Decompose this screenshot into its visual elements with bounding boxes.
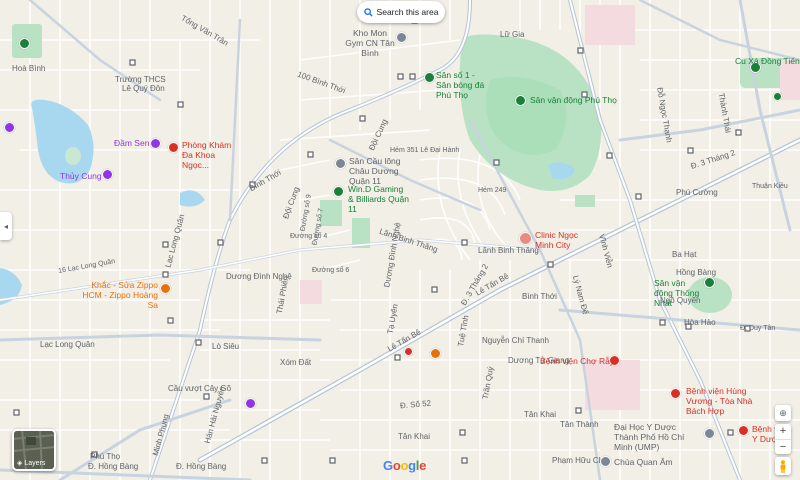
poi-phu-tho-stadium-label[interactable]: Sân vận động Phú Thọ <box>530 95 617 105</box>
gaming-pin-icon[interactable] <box>333 186 344 197</box>
street-label: Hẻm 351 Lê Đại Hành <box>390 147 460 154</box>
poi-clinic-minh-label[interactable]: Clinic Ngọc Minh City <box>535 230 579 250</box>
poi-dam-sen-label[interactable]: Đầm Sen <box>114 138 149 148</box>
poi-badminton-label[interactable]: Sân Cầu lông Châu Dương Quận 11 <box>349 156 421 186</box>
poi-gym-label[interactable]: Kho Mon Gym CN Tân Bình <box>345 28 395 58</box>
university-pin-icon[interactable] <box>704 428 715 439</box>
gym-pin-icon[interactable] <box>396 32 407 43</box>
hospital-pin-icon[interactable] <box>404 347 413 356</box>
poi-gaming-label[interactable]: Win.D Gaming & Billiards Quận 11 <box>348 184 410 214</box>
stadium-pin-icon[interactable] <box>515 95 526 106</box>
street-label: Thuận Kiều <box>752 183 788 190</box>
attraction-pin-icon[interactable] <box>4 122 15 133</box>
hospital-pin-icon[interactable] <box>670 388 681 399</box>
street-label: Đ. Duy Tân <box>740 325 776 332</box>
temple-pin-icon[interactable] <box>600 456 611 467</box>
layers-button[interactable]: ◈ Layers <box>12 429 56 471</box>
compass-button[interactable]: ⊕ <box>775 405 791 421</box>
layers-label: Layers <box>24 459 46 467</box>
poi-thuy-cung-label[interactable]: Thủy Cung <box>60 171 102 181</box>
poi-cu-xa-label[interactable]: Cu Xá Đồng Tiến <box>735 56 800 66</box>
compass-icon: ⊕ <box>779 407 787 418</box>
amusement-pin-icon[interactable] <box>150 138 161 149</box>
poi-thong-nhat-label[interactable]: Sân vận động Thống Nhất <box>654 278 704 308</box>
street-label: Phạm Hữu Chí <box>552 456 606 465</box>
street-label: Lạc Long Quân <box>40 340 95 349</box>
poi-ump-label[interactable]: Đại Học Y Dược Thành Phố Hồ Chí Minh (UM… <box>614 422 702 452</box>
zoom-out-button[interactable]: − <box>775 440 791 454</box>
aquarium-pin-icon[interactable] <box>102 169 113 180</box>
restaurant-pin-icon[interactable] <box>430 348 441 359</box>
street-label: Lê Quý Đôn <box>122 84 165 93</box>
street-label: Cầu vượt Cây Gõ <box>168 384 232 393</box>
poi-field-label[interactable]: Sân số 1 - Sân bóng đá Phú Thọ <box>436 70 488 100</box>
street-label: Hẻm 249 <box>478 187 507 194</box>
street-label: Đ. Hồng Bàng <box>176 462 227 471</box>
street-label: Đường số 6 <box>312 267 350 274</box>
poi-zippo-label[interactable]: Khắc - Sửa Zippo HCM - Zippo Hoàng Sa <box>72 280 158 310</box>
poi-clinic-ngoc-label[interactable]: Phòng Khám Đa Khoa Ngọc... <box>182 140 238 170</box>
street-label: Bình Thới <box>522 292 557 301</box>
zoom-controls: + − <box>775 424 791 454</box>
search-this-area-label: Search this area <box>376 7 439 17</box>
street-label: Hòa Hảo <box>684 318 716 327</box>
street-view-button[interactable] <box>775 457 791 475</box>
street-label: Tân Khai <box>524 410 557 419</box>
street-label: Tân Khai <box>398 432 431 441</box>
hospital-pin-icon[interactable] <box>168 142 179 153</box>
street-label: Xóm Đất <box>280 358 312 367</box>
street-label: Hoà Bình <box>12 64 46 73</box>
street-label: Lãnh Binh Thăng <box>478 246 539 255</box>
street-label: Tân Thành <box>560 420 599 429</box>
poi-chua-quan-am-label[interactable]: Chùa Quan Âm <box>614 457 673 467</box>
pegman-icon <box>780 459 786 473</box>
street-label: Đ. Hồng Bàng <box>88 462 139 471</box>
search-this-area-button[interactable]: Search this area <box>357 1 445 23</box>
collapse-side-panel-button[interactable]: ◂ <box>0 212 12 240</box>
poi-hung-vuong-label[interactable]: Bệnh viện Hùng Vương - Tòa Nhà Bách Hợp <box>686 386 768 416</box>
hospital-pin-icon[interactable] <box>519 232 532 245</box>
street-label: Phú Thọ <box>90 452 121 461</box>
stadium-pin-icon[interactable] <box>424 72 435 83</box>
stadium-pin-icon[interactable] <box>704 277 715 288</box>
zoom-in-button[interactable]: + <box>775 424 791 440</box>
street-label: Phú Cường <box>676 188 718 197</box>
park-pin-icon[interactable] <box>19 38 30 49</box>
poi-cho-ray-label[interactable]: Bệnh viện Chợ Rẫy <box>540 356 614 366</box>
sports-pin-icon[interactable] <box>335 158 346 169</box>
hospital-pin-icon[interactable] <box>738 425 749 436</box>
street-label: Đường số 4 <box>290 233 328 240</box>
park-pin-icon[interactable] <box>773 92 782 101</box>
street-label: Lò Siêu <box>212 342 240 351</box>
street-label: Lữ Gia <box>500 30 525 39</box>
street-label: Dương Đình Nghệ <box>226 272 292 281</box>
google-logo: Google <box>383 458 427 473</box>
layers-icon: ◈ <box>17 460 23 467</box>
chevron-left-icon: ◂ <box>3 221 8 231</box>
street-label: Nguyễn Chí Thanh <box>482 336 550 345</box>
attraction-pin-icon[interactable] <box>245 398 256 409</box>
shop-pin-icon[interactable] <box>160 283 171 294</box>
street-label: Ba Hạt <box>672 250 697 259</box>
search-icon <box>363 8 373 17</box>
